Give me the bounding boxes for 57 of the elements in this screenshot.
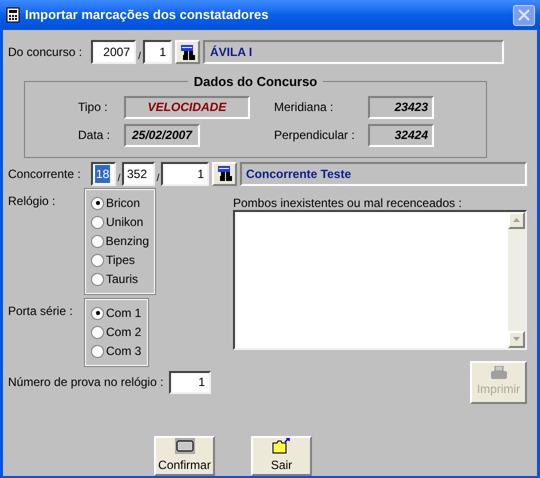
down-arrow-icon — [513, 337, 520, 341]
radio-option[interactable]: Tipes — [91, 250, 149, 270]
field-label: Do concurso : — [8, 44, 84, 61]
separator: / — [137, 50, 142, 64]
number-field[interactable]: 1 — [169, 370, 211, 394]
printer-icon — [490, 366, 508, 380]
field-label: Meridiana : — [274, 99, 334, 116]
date-field: 25/02/2007 — [124, 124, 200, 146]
number-field[interactable]: 18 — [91, 162, 116, 186]
scrollbar[interactable] — [508, 212, 525, 348]
meridian-field: 23423 — [368, 96, 434, 118]
calculator-icon — [5, 7, 21, 23]
radio-option[interactable]: Com 3 — [91, 342, 142, 360]
radio-button[interactable] — [91, 196, 104, 210]
search-button[interactable] — [212, 162, 237, 186]
close-button[interactable] — [513, 4, 535, 26]
rectangle-icon — [174, 438, 194, 454]
action-button[interactable]: Sair — [251, 436, 312, 476]
folder-icon — [272, 438, 292, 454]
radio-button[interactable] — [91, 234, 104, 248]
number-field[interactable]: 352 — [122, 162, 155, 186]
field-label: Data : — [78, 127, 112, 144]
name-field: ÁVILA I — [203, 40, 504, 64]
field-label: Pombos inexistentes ou mal recenceados : — [233, 194, 463, 210]
number-field[interactable]: 1 — [161, 162, 209, 186]
window-title: Importar marcações dos constatadores — [25, 6, 270, 24]
radio-option[interactable]: Benzing — [91, 232, 149, 250]
field-label: Relógio : — [8, 192, 56, 208]
separator: / — [116, 172, 122, 186]
radio-option[interactable]: Tauris — [91, 270, 149, 288]
number-field[interactable]: 1 — [143, 40, 172, 64]
radio-option[interactable]: Unikon — [91, 212, 149, 232]
type-field: VELOCIDADE — [124, 96, 250, 118]
group-title: Dados do Concurso — [192, 73, 318, 91]
action-button[interactable]: Confirmar — [154, 436, 215, 476]
radio-button[interactable] — [91, 344, 104, 358]
radio-option[interactable]: Com 2 — [91, 322, 142, 342]
radio-button[interactable] — [91, 216, 104, 228]
field-label: Perpendicular : — [274, 127, 356, 144]
name-field: Concorrente Teste — [240, 162, 527, 186]
radio-button[interactable] — [91, 272, 104, 286]
field-label: Porta série : — [8, 302, 74, 318]
close-icon — [518, 9, 530, 21]
up-arrow-icon — [513, 218, 520, 222]
radio-button[interactable] — [91, 254, 104, 266]
radio-button[interactable] — [91, 326, 104, 338]
search-button[interactable] — [175, 40, 200, 64]
radio-button[interactable] — [91, 306, 104, 320]
perpendicular-field: 32424 — [368, 124, 434, 146]
radio-option[interactable]: Bricon — [91, 194, 149, 212]
year-field[interactable]: 2007 — [91, 40, 136, 64]
radio-option[interactable]: Com 1 — [91, 304, 142, 322]
text-area[interactable] — [233, 210, 527, 350]
separator: / — [156, 172, 160, 186]
field-label: Tipo : — [78, 99, 109, 116]
field-label: Concorrente : — [8, 166, 82, 182]
field-label: Número de prova no relógio : — [8, 374, 164, 391]
